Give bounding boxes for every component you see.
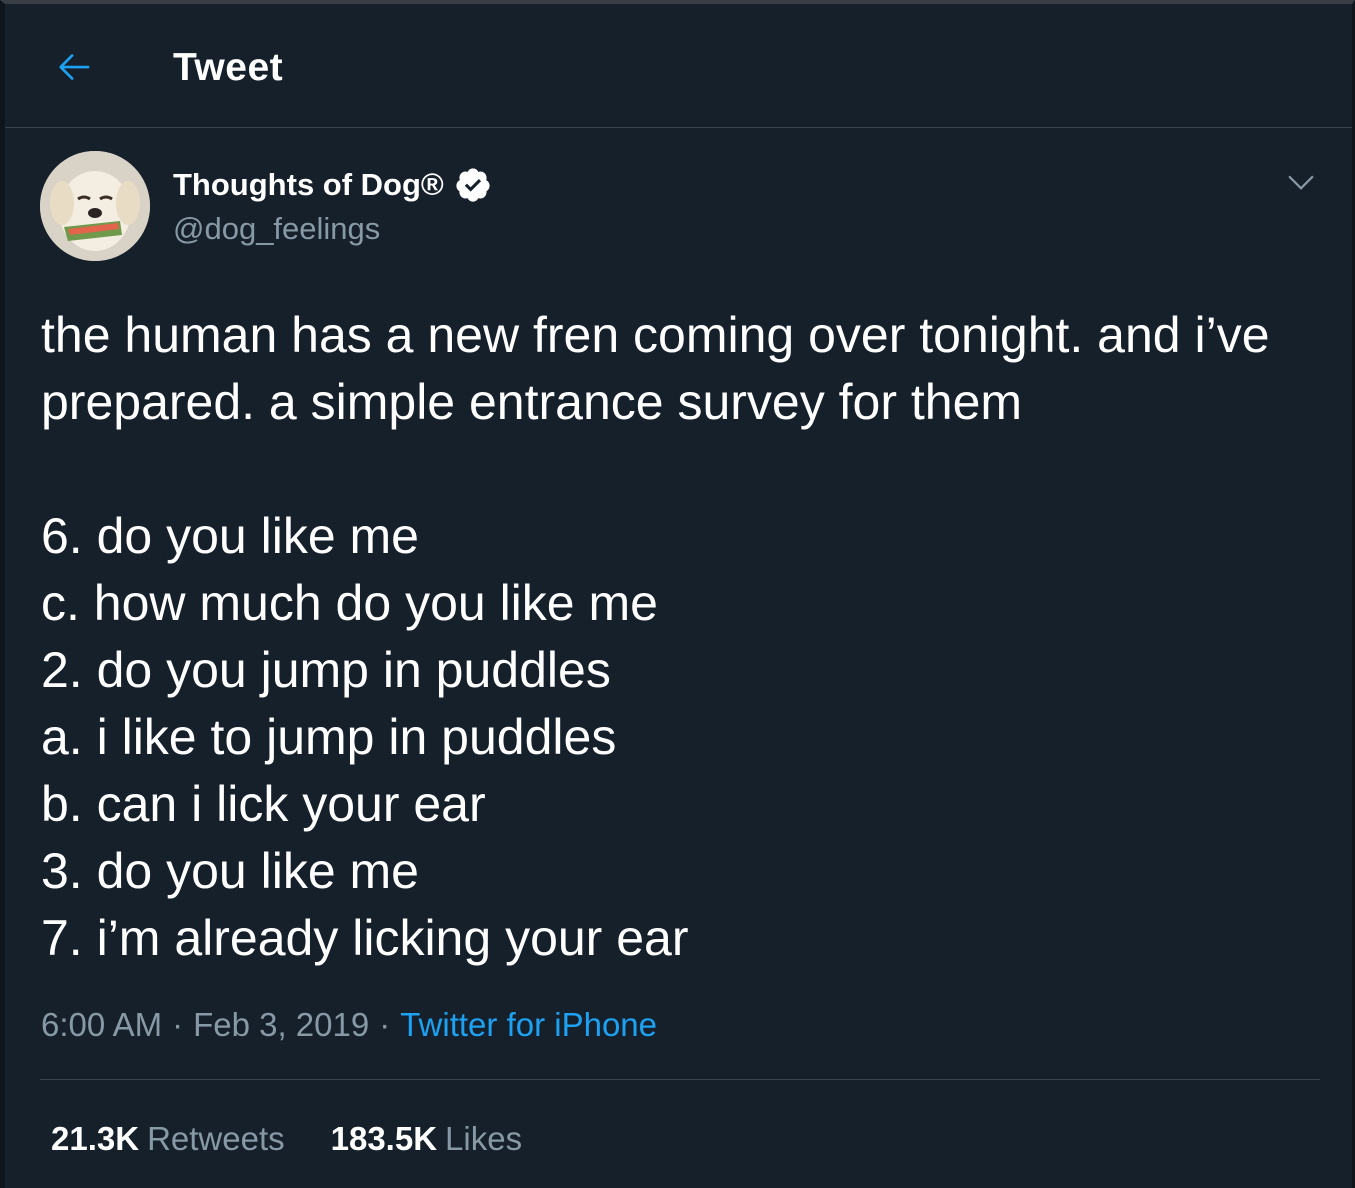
- tweet-date[interactable]: Feb 3, 2019: [193, 1006, 369, 1043]
- meta-separator: ·: [172, 1006, 184, 1043]
- retweets-label: Retweets: [147, 1120, 285, 1157]
- tweet-meta: 6:00 AM · Feb 3, 2019 · Twitter for iPhone: [41, 1006, 657, 1044]
- likes-count: 183.5K: [330, 1120, 438, 1157]
- tweet-stats: 21.3K Retweets 183.5K Likes: [51, 1120, 522, 1158]
- page-title: Tweet: [173, 46, 284, 89]
- tweet-source-link[interactable]: Twitter for iPhone: [400, 1006, 657, 1043]
- divider: [40, 1079, 1320, 1080]
- tweet-page: Tweet Thoughts of Dog® @dog_feelings the…: [0, 0, 1355, 1188]
- verified-badge-icon: [456, 168, 490, 202]
- display-name-text: Thoughts of Dog®: [173, 167, 444, 202]
- retweets-count: 21.3K: [51, 1120, 140, 1157]
- author-display-name[interactable]: Thoughts of Dog®: [173, 166, 492, 204]
- dog-avatar-image: [40, 151, 150, 261]
- retweets-stat[interactable]: 21.3K Retweets: [51, 1120, 285, 1158]
- back-button[interactable]: [49, 42, 99, 92]
- top-bar: Tweet: [5, 4, 1352, 128]
- tweet-time[interactable]: 6:00 AM: [41, 1006, 162, 1043]
- tweet-text: the human has a new fren coming over ton…: [41, 307, 1270, 966]
- likes-stat[interactable]: 183.5K Likes: [331, 1120, 522, 1158]
- likes-label: Likes: [445, 1120, 523, 1157]
- more-options-button[interactable]: [1281, 162, 1321, 202]
- author-handle[interactable]: @dog_feelings: [173, 211, 380, 247]
- meta-separator: ·: [379, 1006, 391, 1043]
- arrow-left-icon: [59, 54, 90, 80]
- chevron-down-icon: [1288, 175, 1314, 190]
- avatar[interactable]: [40, 151, 150, 261]
